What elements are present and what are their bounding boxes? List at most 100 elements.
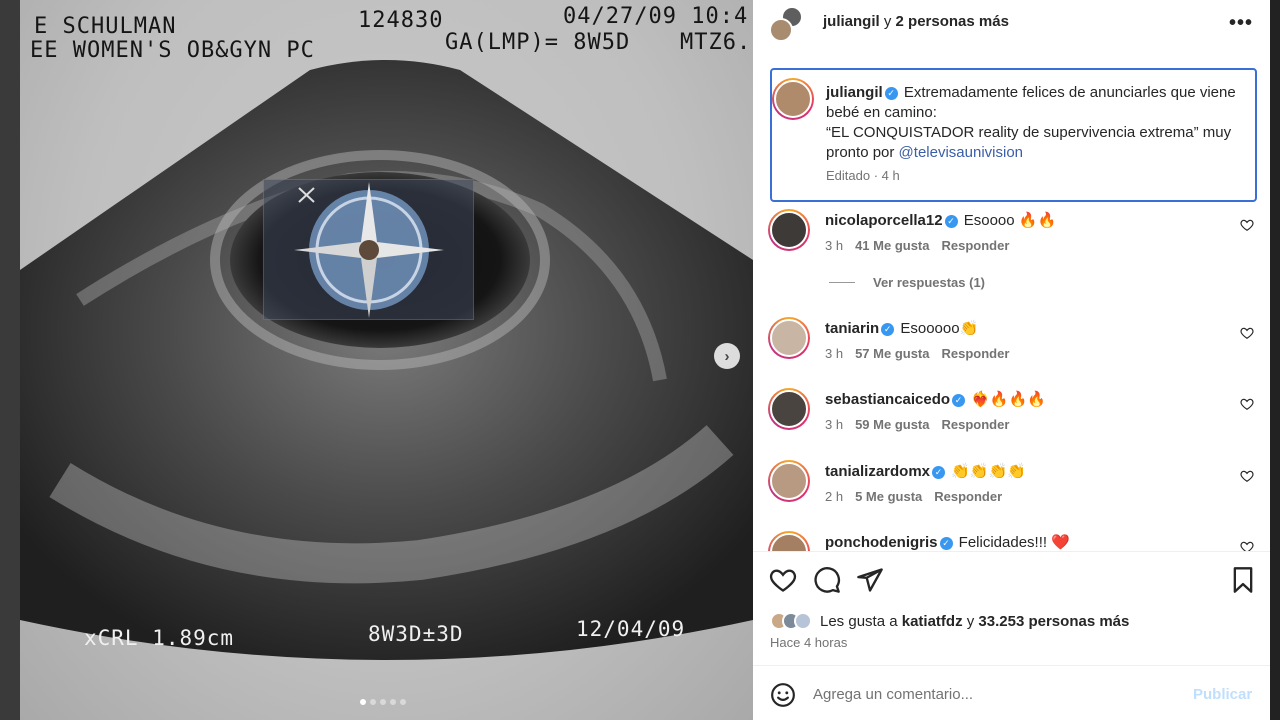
comment-time: 3 h [825,346,844,361]
post-details-panel: juliangil y 2 personas más ••• juliangil… [753,0,1270,720]
more-options-icon[interactable]: ••• [1229,12,1253,35]
comment-time: 2 h [825,489,844,504]
right-edge-strip [1270,0,1280,720]
verified-badge-icon: ✓ [944,215,958,228]
comment-input[interactable] [813,682,1173,706]
comment-likes[interactable]: 59 Me gusta [855,417,929,432]
comment-likes[interactable]: 57 Me gusta [855,346,929,361]
caption-mention-link[interactable]: @televisaunivision [899,144,1023,161]
caption-line-2: “EL CONQUISTADOR reality de supervivenci… [826,124,1232,161]
comment-username[interactable]: ponchodenigris [825,534,938,551]
logo-overlay [263,179,474,320]
carousel-dot [390,699,396,705]
like-comment-heart-icon[interactable] [1240,540,1254,551]
avatar[interactable] [768,388,810,430]
verified-badge-icon: ✓ [881,323,895,336]
scan-patient-name: E SCHULMAN [34,14,177,39]
reply-button[interactable]: Responder [942,417,1010,432]
like-comment-heart-icon[interactable] [1240,326,1254,340]
verified-badge-icon: ✓ [932,466,946,479]
comment-item: ponchodenigris ✓ Felicidades!!! ❤️ [753,527,1270,551]
verified-badge-icon: ✓ [952,394,966,407]
comment-likes[interactable]: 5 Me gusta [855,489,922,504]
likes-text: Les gusta a katiatfdz y 33.253 personas … [820,613,1129,630]
scan-id: 124830 [358,8,444,33]
post-time: Hace 4 horas [770,635,848,650]
avatar[interactable] [768,209,810,251]
carousel-indicator [360,699,406,705]
carousel-dot [370,699,376,705]
scan-crl: xCRL 1.89cm [84,626,235,650]
verified-badge-icon: ✓ [884,87,898,100]
left-edge-strip [0,0,20,720]
reply-button[interactable]: Responder [942,238,1010,253]
comment-username[interactable]: tanializardomx [825,463,930,480]
comment-composer: Publicar [753,666,1270,720]
avatar [794,612,812,630]
next-slide-button[interactable]: › [714,343,740,369]
scan-ga-lmp: GA(LMP)= 8W5D [445,30,631,55]
collab-avatars[interactable] [769,6,805,42]
scan-date: 12/04/09 [576,617,686,641]
comment-time: 3 h [825,238,844,253]
comment-username[interactable]: nicolaporcella12 [825,212,943,229]
like-comment-heart-icon[interactable] [1240,218,1254,232]
likes-connector: y [962,612,979,630]
authors-connector: y [879,13,896,30]
reply-button[interactable]: Responder [934,489,1002,504]
likes-prefix: Les gusta a [820,612,902,630]
comment-text: Felicidades!!! ❤️ [958,534,1070,551]
ultrasound-scan [20,60,753,660]
post-authors[interactable]: juliangil y 2 personas más [823,13,1009,30]
compass-logo [294,182,444,318]
other-authors[interactable]: 2 personas más [896,13,1009,30]
comment-text: ❤️‍🔥🔥🔥🔥 [971,391,1046,408]
scan-clinic: EE WOMEN'S OB&GYN PC [30,38,315,63]
scan-ga-scan: 8W3D±3D [368,622,464,646]
author-username[interactable]: juliangil [823,13,880,30]
avatar[interactable] [768,531,810,551]
divider [753,551,1270,552]
comment-text: Esoooo 🔥🔥 [963,212,1057,229]
caption: juliangil ✓ Extremadamente felices de anu… [770,68,1257,202]
emoji-icon[interactable] [770,682,796,708]
reply-button[interactable]: Responder [942,346,1010,361]
avatar[interactable] [772,78,814,120]
scan-datetime: 04/27/09 10:4 [563,4,749,29]
comment-item: taniarin ✓ Esooooo👏 3 h 57 Me gusta Respond… [753,313,1270,373]
comment-username[interactable]: taniarin [825,320,879,337]
view-replies-button[interactable]: Ver respuestas (1) [829,275,985,290]
likes-summary[interactable]: Les gusta a katiatfdz y 33.253 personas … [770,610,1129,632]
post-header: juliangil y 2 personas más ••• [753,0,1270,46]
caption-username[interactable]: juliangil [826,84,883,101]
comment-item: sebastiancaicedo ✓ ❤️‍🔥🔥🔥🔥 3 h 59 Me gusta… [753,384,1270,444]
caption-edited-time: Editado · 4 h [826,168,900,183]
likes-count[interactable]: 33.253 personas más [978,613,1129,630]
comment-item: nicolaporcella12 ✓ Esoooo 🔥🔥 3 h 41 Me gus… [753,205,1270,265]
comment-username[interactable]: sebastiancaicedo [825,391,950,408]
like-comment-heart-icon[interactable] [1240,469,1254,483]
comment-likes[interactable]: 41 Me gusta [855,238,929,253]
likes-username[interactable]: katiatfdz [902,613,963,630]
carousel-dot [400,699,406,705]
caption-text: juliangil ✓ Extremadamente felices de anu… [826,83,1254,163]
comment-item: tanializardomx ✓ 👏👏👏👏 2 h 5 Me gusta Respon… [753,456,1270,516]
comment-text: Esooooo👏 [900,320,979,337]
replies-divider-line [829,282,855,283]
publish-button[interactable]: Publicar [1193,686,1252,703]
verified-badge-icon: ✓ [939,537,953,550]
post-media[interactable]: E SCHULMAN EE WOMEN'S OB&GYN PC 124830 0… [20,0,753,720]
share-paper-plane-icon[interactable] [856,566,884,594]
avatar [769,18,793,42]
comment-bubble-icon[interactable] [813,566,841,594]
avatar[interactable] [768,460,810,502]
bookmark-icon[interactable] [1229,566,1257,594]
post-actions [753,562,1270,598]
like-heart-icon[interactable] [769,566,797,594]
avatar[interactable] [768,317,810,359]
scan-mtz: MTZ6. [680,30,752,55]
like-comment-heart-icon[interactable] [1240,397,1254,411]
view-replies-label: Ver respuestas (1) [873,275,986,290]
comment-text: 👏👏👏👏 [951,463,1026,480]
chevron-right-icon: › [724,347,730,365]
